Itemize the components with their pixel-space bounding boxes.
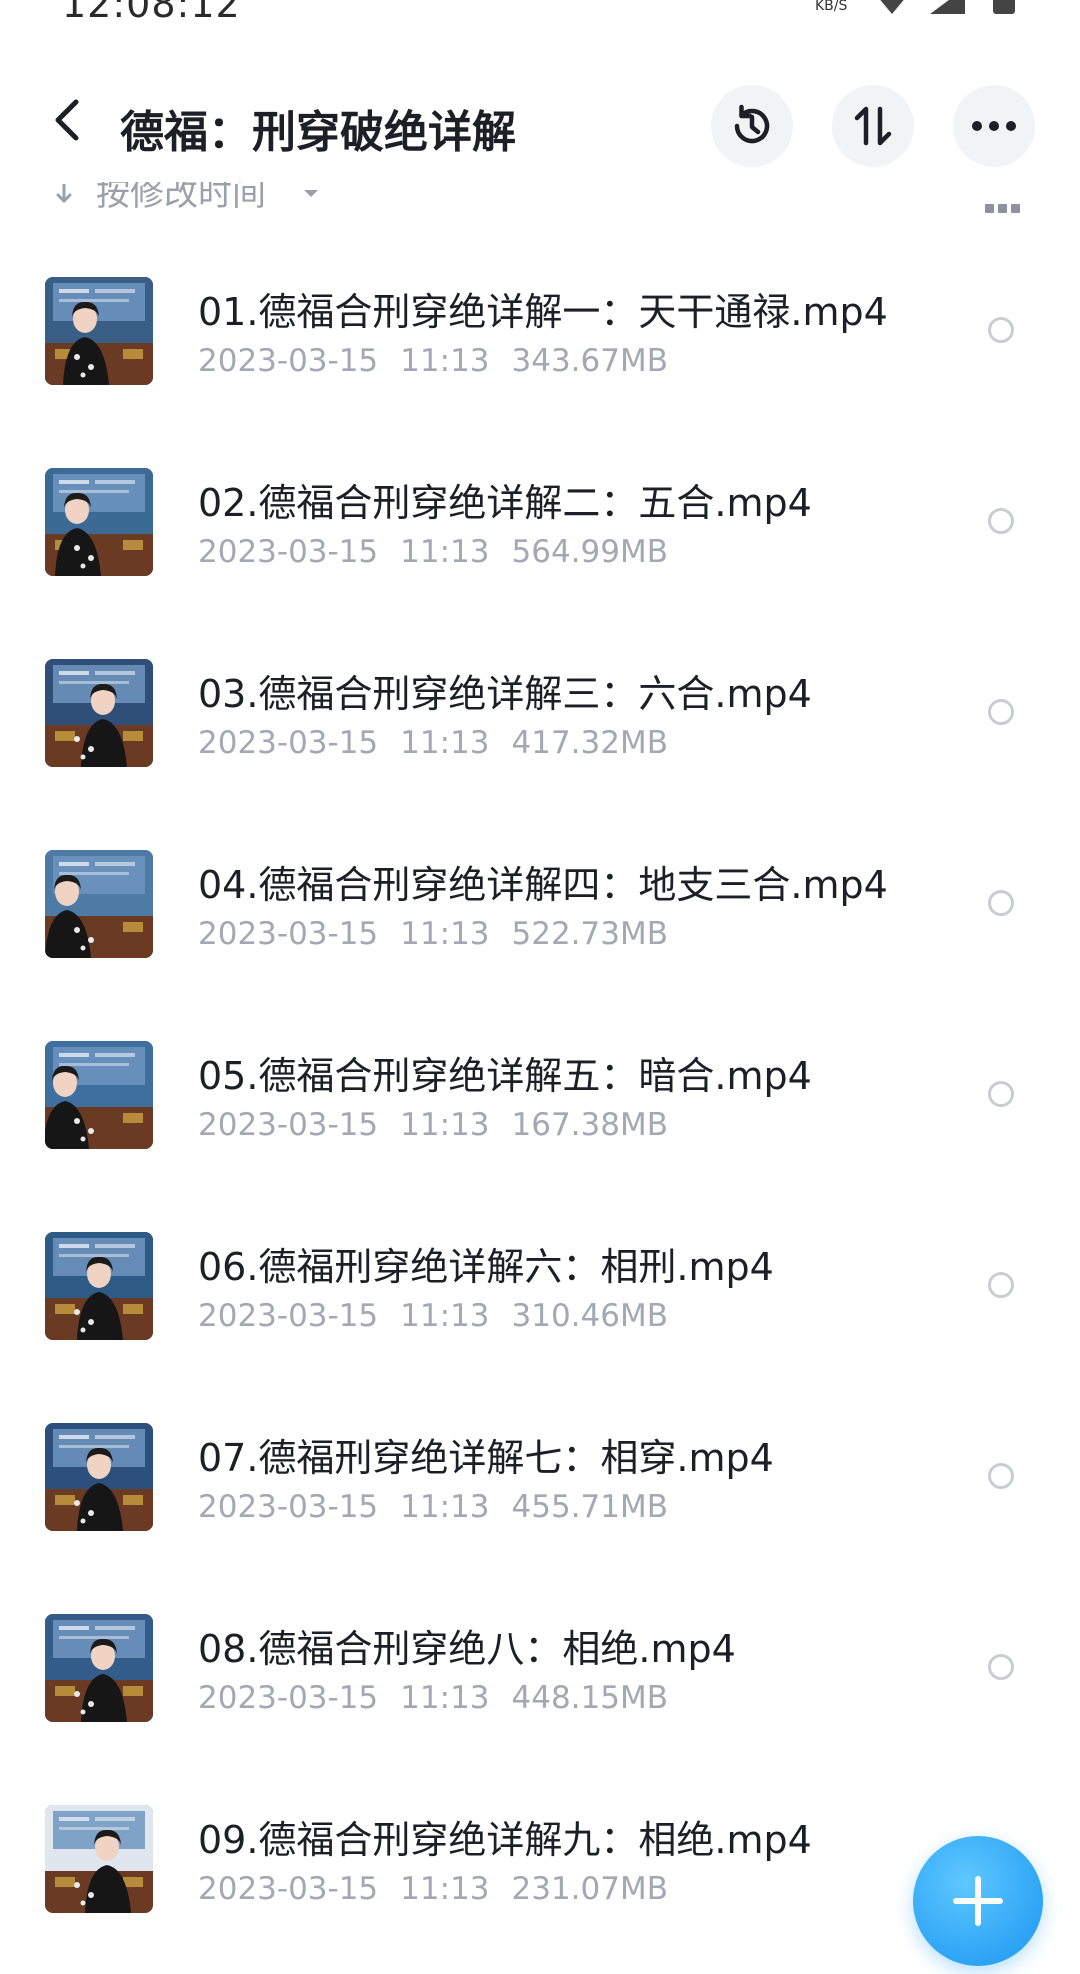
- file-time: 11:13: [400, 1489, 490, 1525]
- network-speed-unit: KB/S: [815, 0, 848, 14]
- file-name: 04.德福合刑穿绝详解四：地支三合.mp4: [198, 863, 888, 907]
- more-button[interactable]: [953, 85, 1035, 167]
- file-size: 448.15MB: [511, 1680, 668, 1716]
- file-time: 11:13: [400, 1107, 490, 1143]
- video-thumbnail: [45, 277, 153, 385]
- video-thumbnail: [45, 1614, 153, 1722]
- page-title: 德福：刑穿破绝详解: [120, 107, 516, 158]
- video-thumbnail: [45, 1423, 153, 1531]
- file-date: 2023-03-15: [198, 1298, 379, 1334]
- file-time: 11:13: [400, 343, 490, 379]
- video-thumbnail: [45, 659, 153, 767]
- file-name: 08.德福合刑穿绝八：相绝.mp4: [198, 1627, 736, 1671]
- file-time: 11:13: [400, 534, 490, 570]
- more-horizontal-icon: [972, 121, 1016, 131]
- file-date: 2023-03-15: [198, 1489, 379, 1525]
- file-name: 09.德福合刑穿绝详解九：相绝.mp4: [198, 1818, 812, 1862]
- file-size: 522.73MB: [511, 916, 668, 952]
- status-bar: 12:08:12 KB/S: [0, 0, 1080, 40]
- file-date: 2023-03-15: [198, 343, 379, 379]
- wifi-icon: [880, 0, 1015, 14]
- file-name: 01.德福合刑穿绝详解一：天干通禄.mp4: [198, 290, 888, 334]
- select-radio[interactable]: [988, 317, 1014, 343]
- caret-down-icon: [304, 190, 318, 197]
- select-radio[interactable]: [988, 508, 1014, 534]
- file-size: 231.07MB: [511, 1871, 668, 1907]
- battery-icon: [993, 0, 1015, 14]
- file-row-6[interactable]: 06.德福刑穿绝详解六：相刑.mp4 2023-03-15 11:13 310.46…: [0, 1210, 1080, 1401]
- file-row-1[interactable]: 01.德福合刑穿绝详解一：天干通禄.mp4 2023-03-15 11:13 343…: [0, 255, 1080, 446]
- file-meta: 2023-03-15 11:13 455.71MB: [198, 1489, 690, 1525]
- file-meta: 2023-03-15 11:13 310.46MB: [198, 1298, 690, 1334]
- select-radio[interactable]: [988, 1081, 1014, 1107]
- video-thumbnail: [45, 1805, 153, 1913]
- file-time: 11:13: [400, 916, 490, 952]
- chevron-left-icon: [55, 99, 79, 141]
- file-size: 310.46MB: [511, 1298, 668, 1334]
- history-button[interactable]: [711, 85, 793, 167]
- file-time: 11:13: [400, 1871, 490, 1907]
- file-time: 11:13: [400, 1298, 490, 1334]
- status-icons: [875, 0, 1025, 16]
- file-row-5[interactable]: 05.德福合刑穿绝详解五：暗合.mp4 2023-03-15 11:13 167.3…: [0, 1019, 1080, 1210]
- header: 德福：刑穿破绝详解: [0, 70, 1080, 180]
- arrow-down-icon: [56, 184, 72, 204]
- file-date: 2023-03-15: [198, 1680, 379, 1716]
- file-name: 07.德福刑穿绝详解七：相穿.mp4: [198, 1436, 774, 1480]
- file-meta: 2023-03-15 11:13 343.67MB: [198, 343, 690, 379]
- file-date: 2023-03-15: [198, 916, 379, 952]
- sort-row[interactable]: 按修改时间: [0, 182, 1080, 222]
- file-meta: 2023-03-15 11:13 522.73MB: [198, 916, 690, 952]
- select-radio[interactable]: [988, 890, 1014, 916]
- video-thumbnail: [45, 468, 153, 576]
- file-list: 01.德福合刑穿绝详解一：天干通禄.mp4 2023-03-15 11:13 343…: [0, 255, 1080, 1974]
- file-size: 417.32MB: [511, 725, 668, 761]
- file-row-3[interactable]: 03.德福合刑穿绝详解三：六合.mp4 2023-03-15 11:13 417.3…: [0, 637, 1080, 828]
- sort-button[interactable]: [832, 85, 914, 167]
- file-date: 2023-03-15: [198, 725, 379, 761]
- file-meta: 2023-03-15 11:13 564.99MB: [198, 534, 690, 570]
- file-meta: 2023-03-15 11:13 448.15MB: [198, 1680, 690, 1716]
- file-meta: 2023-03-15 11:13 417.32MB: [198, 725, 690, 761]
- file-date: 2023-03-15: [198, 534, 379, 570]
- file-name: 02.德福合刑穿绝详解二：五合.mp4: [198, 481, 812, 525]
- file-date: 2023-03-15: [198, 1871, 379, 1907]
- select-radio[interactable]: [988, 1654, 1014, 1680]
- file-row-4[interactable]: 04.德福合刑穿绝详解四：地支三合.mp4 2023-03-15 11:13 522…: [0, 828, 1080, 1019]
- file-size: 343.67MB: [511, 343, 668, 379]
- status-time: 12:08:12: [62, 0, 241, 26]
- file-date: 2023-03-15: [198, 1107, 379, 1143]
- signal-icon: [930, 0, 965, 14]
- file-name: 03.德福合刑穿绝详解三：六合.mp4: [198, 672, 812, 716]
- file-time: 11:13: [400, 725, 490, 761]
- file-name: 06.德福刑穿绝详解六：相刑.mp4: [198, 1245, 774, 1289]
- file-time: 11:13: [400, 1680, 490, 1716]
- file-size: 167.38MB: [511, 1107, 668, 1143]
- video-thumbnail: [45, 1232, 153, 1340]
- file-row-7[interactable]: 07.德福刑穿绝详解七：相穿.mp4 2023-03-15 11:13 455.71…: [0, 1401, 1080, 1592]
- select-radio[interactable]: [988, 1463, 1014, 1489]
- sort-label: 按修改时间: [96, 182, 266, 214]
- file-row-2[interactable]: 02.德福合刑穿绝详解二：五合.mp4 2023-03-15 11:13 564.9…: [0, 446, 1080, 637]
- file-meta: 2023-03-15 11:13 231.07MB: [198, 1871, 690, 1907]
- add-button[interactable]: [913, 1836, 1043, 1966]
- video-thumbnail: [45, 850, 153, 958]
- sort-arrows-icon: [854, 106, 892, 146]
- history-icon: [734, 104, 770, 144]
- select-radio[interactable]: [988, 699, 1014, 725]
- file-size: 455.71MB: [511, 1489, 668, 1525]
- file-size: 564.99MB: [511, 534, 668, 570]
- back-button[interactable]: [38, 90, 96, 150]
- view-toggle-button[interactable]: [985, 204, 1021, 216]
- file-row-8[interactable]: 08.德福合刑穿绝八：相绝.mp4 2023-03-15 11:13 448.15M…: [0, 1592, 1080, 1783]
- grid-icon: [985, 204, 994, 213]
- video-thumbnail: [45, 1041, 153, 1149]
- plus-icon: [953, 1876, 1003, 1926]
- file-name: 05.德福合刑穿绝详解五：暗合.mp4: [198, 1054, 812, 1098]
- select-radio[interactable]: [988, 1272, 1014, 1298]
- file-meta: 2023-03-15 11:13 167.38MB: [198, 1107, 690, 1143]
